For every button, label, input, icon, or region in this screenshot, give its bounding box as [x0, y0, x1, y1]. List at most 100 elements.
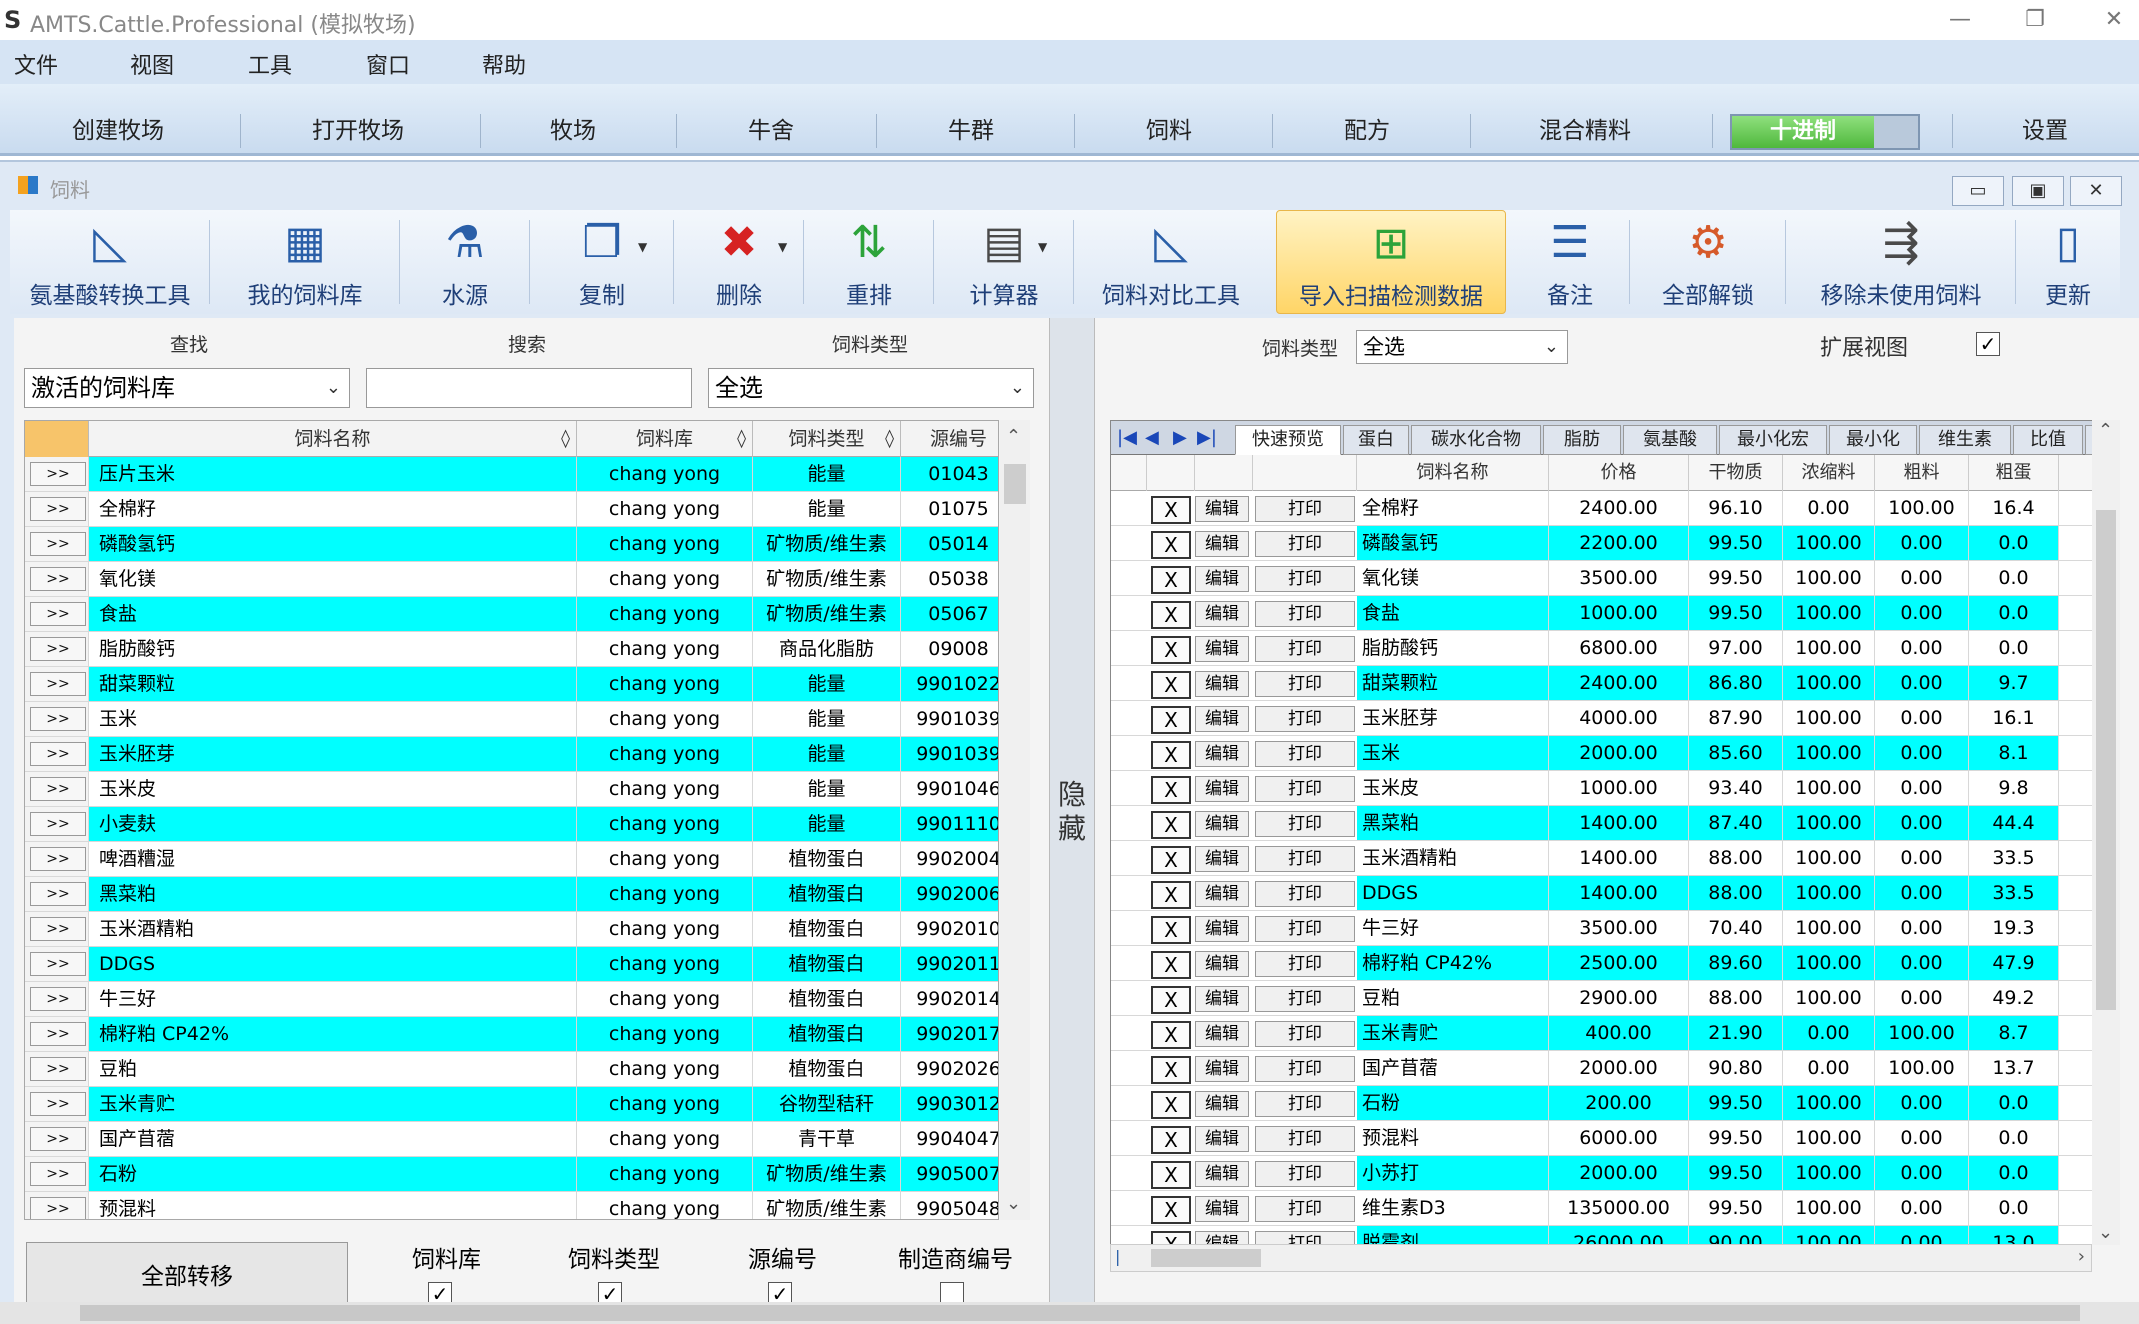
menu-tools[interactable]: 工具 [248, 48, 292, 80]
transfer-row-button[interactable]: >> [30, 707, 86, 731]
delete-row-button[interactable]: X [1151, 776, 1191, 804]
library-select[interactable]: 激活的饲料库 ⌄ [24, 368, 350, 408]
delete-row-button[interactable]: X [1151, 846, 1191, 874]
menu-file[interactable]: 文件 [14, 48, 58, 80]
table-row[interactable]: >> 豆粕 chang yong 植物蛋白 9902026 [25, 1052, 998, 1087]
table-row[interactable]: X 编辑 打印 石粉 200.00 99.50 100.00 0.00 0.0 [1111, 1086, 2119, 1121]
scroll-thumb[interactable] [1151, 1249, 1261, 1267]
scroll-thumb[interactable] [2096, 510, 2116, 1010]
notes-button[interactable]: ☰ 备注 [1510, 210, 1630, 314]
transfer-row-button[interactable]: >> [30, 917, 86, 941]
column-header-feed-type[interactable]: 饲料类型 ◊ [753, 421, 901, 457]
edit-row-button[interactable]: 编辑 [1195, 496, 1249, 522]
delete-row-button[interactable]: X [1151, 636, 1191, 664]
delete-row-button[interactable]: X [1151, 1196, 1191, 1224]
print-row-button[interactable]: 打印 [1255, 811, 1355, 837]
column-header-feed-name[interactable]: 饲料名称 ◊ [89, 421, 577, 457]
right-grid-hscrollbar[interactable]: | › [1110, 1244, 2092, 1272]
scroll-right-icon[interactable]: › [2078, 1246, 2085, 1267]
tab-farm[interactable]: 牧场 [480, 114, 666, 148]
delete-row-button[interactable]: X [1151, 1126, 1191, 1154]
transfer-row-button[interactable]: >> [30, 1092, 86, 1116]
scroll-down-icon[interactable]: ⌄ [2098, 1222, 2113, 1243]
column-header-roughage[interactable]: 粗料 [1875, 455, 1969, 491]
print-row-button[interactable]: 打印 [1255, 671, 1355, 697]
restore-button[interactable]: ❐ [2015, 4, 2055, 36]
table-row[interactable]: >> 食盐 chang yong 矿物质/维生素 05067 [25, 597, 998, 632]
table-row[interactable]: X 编辑 打印 全棉籽 2400.00 96.10 0.00 100.00 16.4 [1111, 491, 2119, 526]
table-row[interactable]: X 编辑 打印 维生素D3 135000.00 99.50 100.00 0.00 0.0 [1111, 1191, 2119, 1226]
table-row[interactable]: >> 小麦麸 chang yong 能量 9901110 [25, 807, 998, 842]
delete-row-button[interactable]: X [1151, 811, 1191, 839]
delete-row-button[interactable]: X [1151, 881, 1191, 909]
column-header-source-code[interactable]: 源编号◊ [901, 421, 998, 457]
right-feed-type-select[interactable]: 全选 ⌄ [1356, 330, 1568, 364]
table-row[interactable]: >> 甜菜颗粒 chang yong 能量 9901022 [25, 667, 998, 702]
table-row[interactable]: X 编辑 打印 玉米皮 1000.00 93.40 100.00 0.00 9.8 [1111, 771, 2119, 806]
inner-minimize-button[interactable]: ▭ [1952, 176, 2004, 206]
column-header-library[interactable]: 饲料库 ◊ [577, 421, 753, 457]
unlock-all-button[interactable]: ⚙ 全部解锁 [1630, 210, 1786, 314]
delete-row-button[interactable]: X [1151, 601, 1191, 629]
edit-row-button[interactable]: 编辑 [1195, 1056, 1249, 1082]
print-row-button[interactable]: 打印 [1255, 636, 1355, 662]
table-row[interactable]: X 编辑 打印 玉米青贮 400.00 21.90 0.00 100.00 8.7 [1111, 1016, 2119, 1051]
print-row-button[interactable]: 打印 [1255, 1161, 1355, 1187]
delete-row-button[interactable]: X [1151, 1056, 1191, 1084]
menu-help[interactable]: 帮助 [482, 48, 526, 80]
table-row[interactable]: >> 玉米 chang yong 能量 9901039 [25, 702, 998, 737]
table-row[interactable]: X 编辑 打印 磷酸氢钙 2200.00 99.50 100.00 0.00 0.0 [1111, 526, 2119, 561]
table-row[interactable]: >> 玉米酒精粕 chang yong 植物蛋白 9902010 [25, 912, 998, 947]
tab-ratio[interactable]: 比值 [2013, 425, 2083, 455]
table-row[interactable]: X 编辑 打印 甜菜颗粒 2400.00 86.80 100.00 0.00 9.7 [1111, 666, 2119, 701]
table-row[interactable]: >> 石粉 chang yong 矿物质/维生素 9905007 [25, 1157, 998, 1192]
next-page-icon[interactable]: ▶ [1173, 427, 1187, 448]
print-row-button[interactable]: 打印 [1255, 881, 1355, 907]
edit-row-button[interactable]: 编辑 [1195, 601, 1249, 627]
scroll-thumb[interactable] [1004, 464, 1026, 504]
edit-row-button[interactable]: 编辑 [1195, 951, 1249, 977]
transfer-row-button[interactable]: >> [30, 567, 86, 591]
amino-acid-converter-button[interactable]: ◺ 氨基酸转换工具 [10, 210, 210, 314]
table-row[interactable]: >> 啤酒糟湿 chang yong 植物蛋白 9902004 [25, 842, 998, 877]
delete-row-button[interactable]: X [1151, 951, 1191, 979]
print-row-button[interactable]: 打印 [1255, 531, 1355, 557]
edit-row-button[interactable]: 编辑 [1195, 671, 1249, 697]
table-row[interactable]: >> 棉籽粕 CP42% chang yong 植物蛋白 9902017 [25, 1017, 998, 1052]
transfer-row-button[interactable]: >> [30, 847, 86, 871]
print-row-button[interactable]: 打印 [1255, 1021, 1355, 1047]
transfer-row-button[interactable]: >> [30, 672, 86, 696]
print-row-button[interactable]: 打印 [1255, 846, 1355, 872]
delete-row-button[interactable]: X [1151, 741, 1191, 769]
tab-vitamin[interactable]: 维生素 [1919, 425, 2011, 455]
edit-row-button[interactable]: 编辑 [1195, 846, 1249, 872]
tab-protein[interactable]: 蛋白 [1343, 425, 1409, 455]
tab-amino-acid[interactable]: 氨基酸 [1623, 425, 1717, 455]
minimize-button[interactable]: — [1940, 4, 1980, 36]
copy-button[interactable]: ❐ ▼ 复制 [530, 210, 674, 314]
column-header-feed-name[interactable]: 饲料名称 [1357, 455, 1549, 491]
table-row[interactable]: >> 玉米青贮 chang yong 谷物型秸秆 9903012 [25, 1087, 998, 1122]
transfer-row-button[interactable]: >> [30, 1022, 86, 1046]
edit-row-button[interactable]: 编辑 [1195, 1161, 1249, 1187]
tab-carbohydrate[interactable]: 碳水化合物 [1411, 425, 1541, 455]
transfer-row-button[interactable]: >> [30, 987, 86, 1011]
print-row-button[interactable]: 打印 [1255, 1231, 1355, 1244]
feed-compare-tool-button[interactable]: ◺ 饲料对比工具 [1074, 210, 1268, 314]
table-row[interactable]: X 编辑 打印 玉米 2000.00 85.60 100.00 0.00 8.1 [1111, 736, 2119, 771]
edit-row-button[interactable]: 编辑 [1195, 916, 1249, 942]
inner-maximize-button[interactable]: ▣ [2012, 176, 2064, 206]
print-row-button[interactable]: 打印 [1255, 776, 1355, 802]
reorder-button[interactable]: ⇅ 重排 [804, 210, 934, 314]
delete-row-button[interactable]: X [1151, 1161, 1191, 1189]
transfer-row-button[interactable]: >> [30, 497, 86, 521]
prev-page-icon[interactable]: ◀ [1145, 427, 1159, 448]
scroll-up-icon[interactable]: ⌃ [2098, 420, 2113, 441]
delete-row-button[interactable]: X [1151, 986, 1191, 1014]
table-row[interactable]: X 编辑 打印 小苏打 2000.00 99.50 100.00 0.00 0.0 [1111, 1156, 2119, 1191]
delete-button[interactable]: ✖ ▼ 删除 [674, 210, 804, 314]
table-row[interactable]: >> 氧化镁 chang yong 矿物质/维生素 05038 [25, 562, 998, 597]
tab-formula[interactable]: 配方 [1272, 114, 1462, 148]
transfer-row-button[interactable]: >> [30, 882, 86, 906]
edit-row-button[interactable]: 编辑 [1195, 1091, 1249, 1117]
